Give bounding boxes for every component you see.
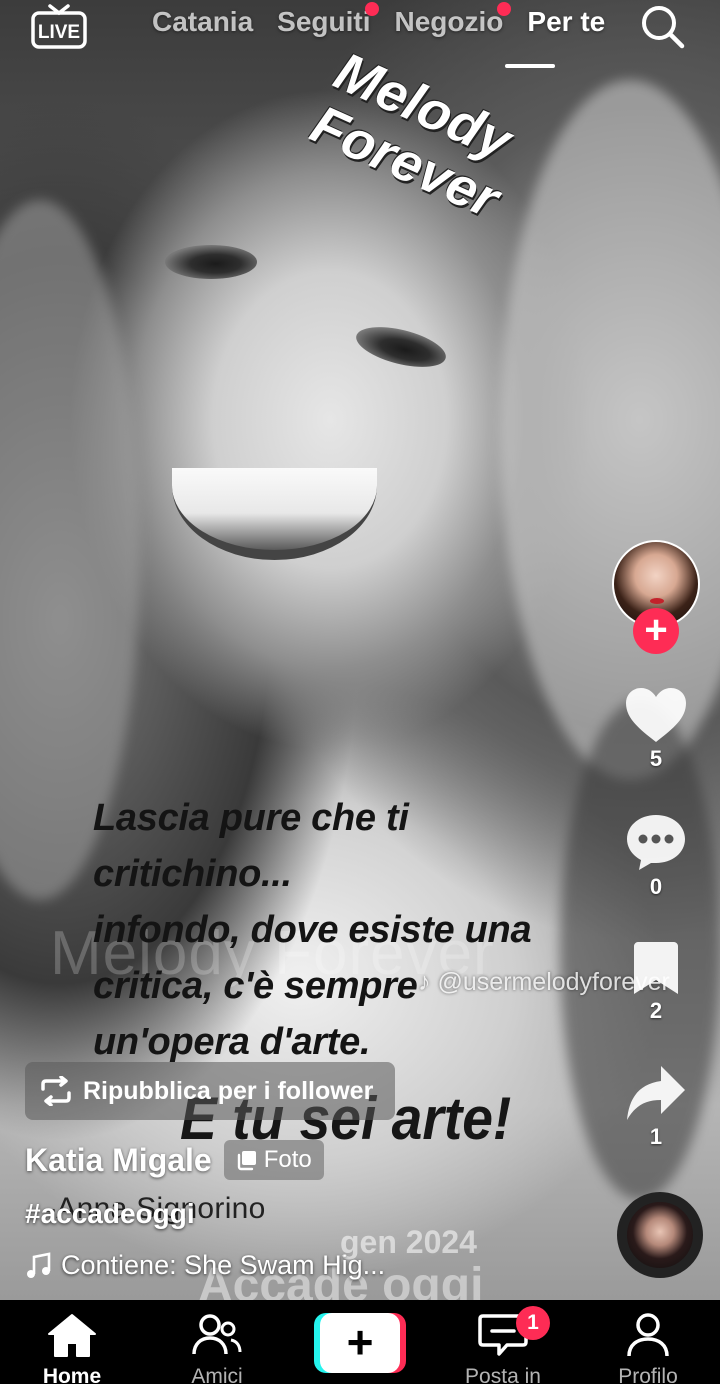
like-button[interactable]: 5 xyxy=(612,686,700,772)
live-button[interactable]: LIVE xyxy=(30,2,88,50)
author-row: Katia Migale Foto xyxy=(25,1140,324,1180)
nav-home-label: Home xyxy=(42,1365,102,1384)
repost-button[interactable]: Ripubblica per i follower xyxy=(25,1062,396,1120)
author-name[interactable]: Katia Migale xyxy=(25,1142,212,1179)
svg-text:LIVE: LIVE xyxy=(38,22,80,43)
music-disc-button[interactable] xyxy=(617,1192,703,1278)
search-button[interactable] xyxy=(638,2,686,50)
notification-dot xyxy=(364,2,379,16)
photo-badge: Foto xyxy=(223,1140,324,1180)
like-count: 5 xyxy=(649,746,663,771)
photo-badge-label: Foto xyxy=(263,1146,312,1173)
tab-seguiti[interactable]: Seguiti xyxy=(277,2,379,38)
creator-avatar-button[interactable]: + xyxy=(612,540,700,654)
repost-label: Ripubblica per i follower xyxy=(83,1076,374,1105)
nav-friends-label: Amici xyxy=(191,1365,243,1384)
save-count: 2 xyxy=(649,998,663,1023)
heart-icon xyxy=(626,688,686,742)
tab-negozio[interactable]: Negozio xyxy=(394,2,512,38)
profile-icon xyxy=(627,1313,669,1357)
nav-home[interactable]: Home xyxy=(17,1312,127,1384)
quote-text: Lascia pure che ti critichino... infondo… xyxy=(93,790,653,1070)
save-button[interactable]: 2 xyxy=(612,940,700,1024)
sound-label: Contiene: She Swam Hig... xyxy=(61,1250,386,1280)
notification-dot xyxy=(497,2,512,16)
smile xyxy=(172,468,377,560)
tab-per-te[interactable]: Per te xyxy=(527,6,605,38)
feed-tabs: Catania Seguiti Negozio Per te xyxy=(152,2,629,38)
comment-button[interactable]: 0 xyxy=(612,812,700,900)
eye-right xyxy=(352,319,450,375)
search-icon xyxy=(642,6,685,49)
nav-inbox-label: Posta in arri xyxy=(465,1365,541,1384)
repost-icon xyxy=(41,1076,71,1106)
tab-label: Negozio xyxy=(394,6,504,37)
plus-icon: + xyxy=(320,1313,400,1373)
bookmark-icon xyxy=(634,942,678,994)
tab-label: Seguiti xyxy=(277,6,371,37)
comment-count: 0 xyxy=(649,874,663,899)
tiktok-logo-icon: ♪ xyxy=(418,968,431,996)
quote-line: critichino... xyxy=(93,853,292,895)
home-icon xyxy=(48,1314,96,1357)
nav-profile-label: Profilo xyxy=(618,1365,678,1384)
photo-stack-icon xyxy=(237,1151,256,1171)
inbox-notification-badge: 1 xyxy=(516,1306,550,1340)
tab-catania[interactable]: Catania xyxy=(152,6,253,38)
quote-line: infondo, dove esiste una xyxy=(93,909,532,951)
bottom-nav: Home Amici + Posta in arri Profilo xyxy=(0,1300,720,1384)
follow-plus-icon[interactable]: + xyxy=(633,608,679,654)
music-note-icon xyxy=(27,1251,51,1278)
share-count: 1 xyxy=(649,1124,663,1149)
comment-bubble-icon xyxy=(627,815,685,870)
tab-label: Per te xyxy=(527,6,606,37)
nav-friends[interactable]: Amici xyxy=(162,1312,272,1384)
eye-left xyxy=(165,245,257,279)
live-tv-icon: LIVE xyxy=(31,4,87,49)
hashtag-link[interactable]: #accadeoggi xyxy=(25,1198,195,1230)
nav-profile[interactable]: Profilo xyxy=(593,1312,703,1384)
tab-label: Catania xyxy=(152,6,254,37)
friends-icon xyxy=(192,1314,242,1355)
share-arrow-icon xyxy=(627,1066,685,1120)
active-tab-indicator xyxy=(505,64,555,68)
create-button[interactable]: + xyxy=(314,1313,406,1373)
share-button[interactable]: 1 xyxy=(612,1064,700,1150)
top-bar: LIVE Catania Seguiti Negozio Per te xyxy=(0,0,720,80)
quote-line: Lascia pure che ti xyxy=(93,797,409,839)
sound-link[interactable]: Contiene: She Swam Hig... xyxy=(25,1250,385,1281)
